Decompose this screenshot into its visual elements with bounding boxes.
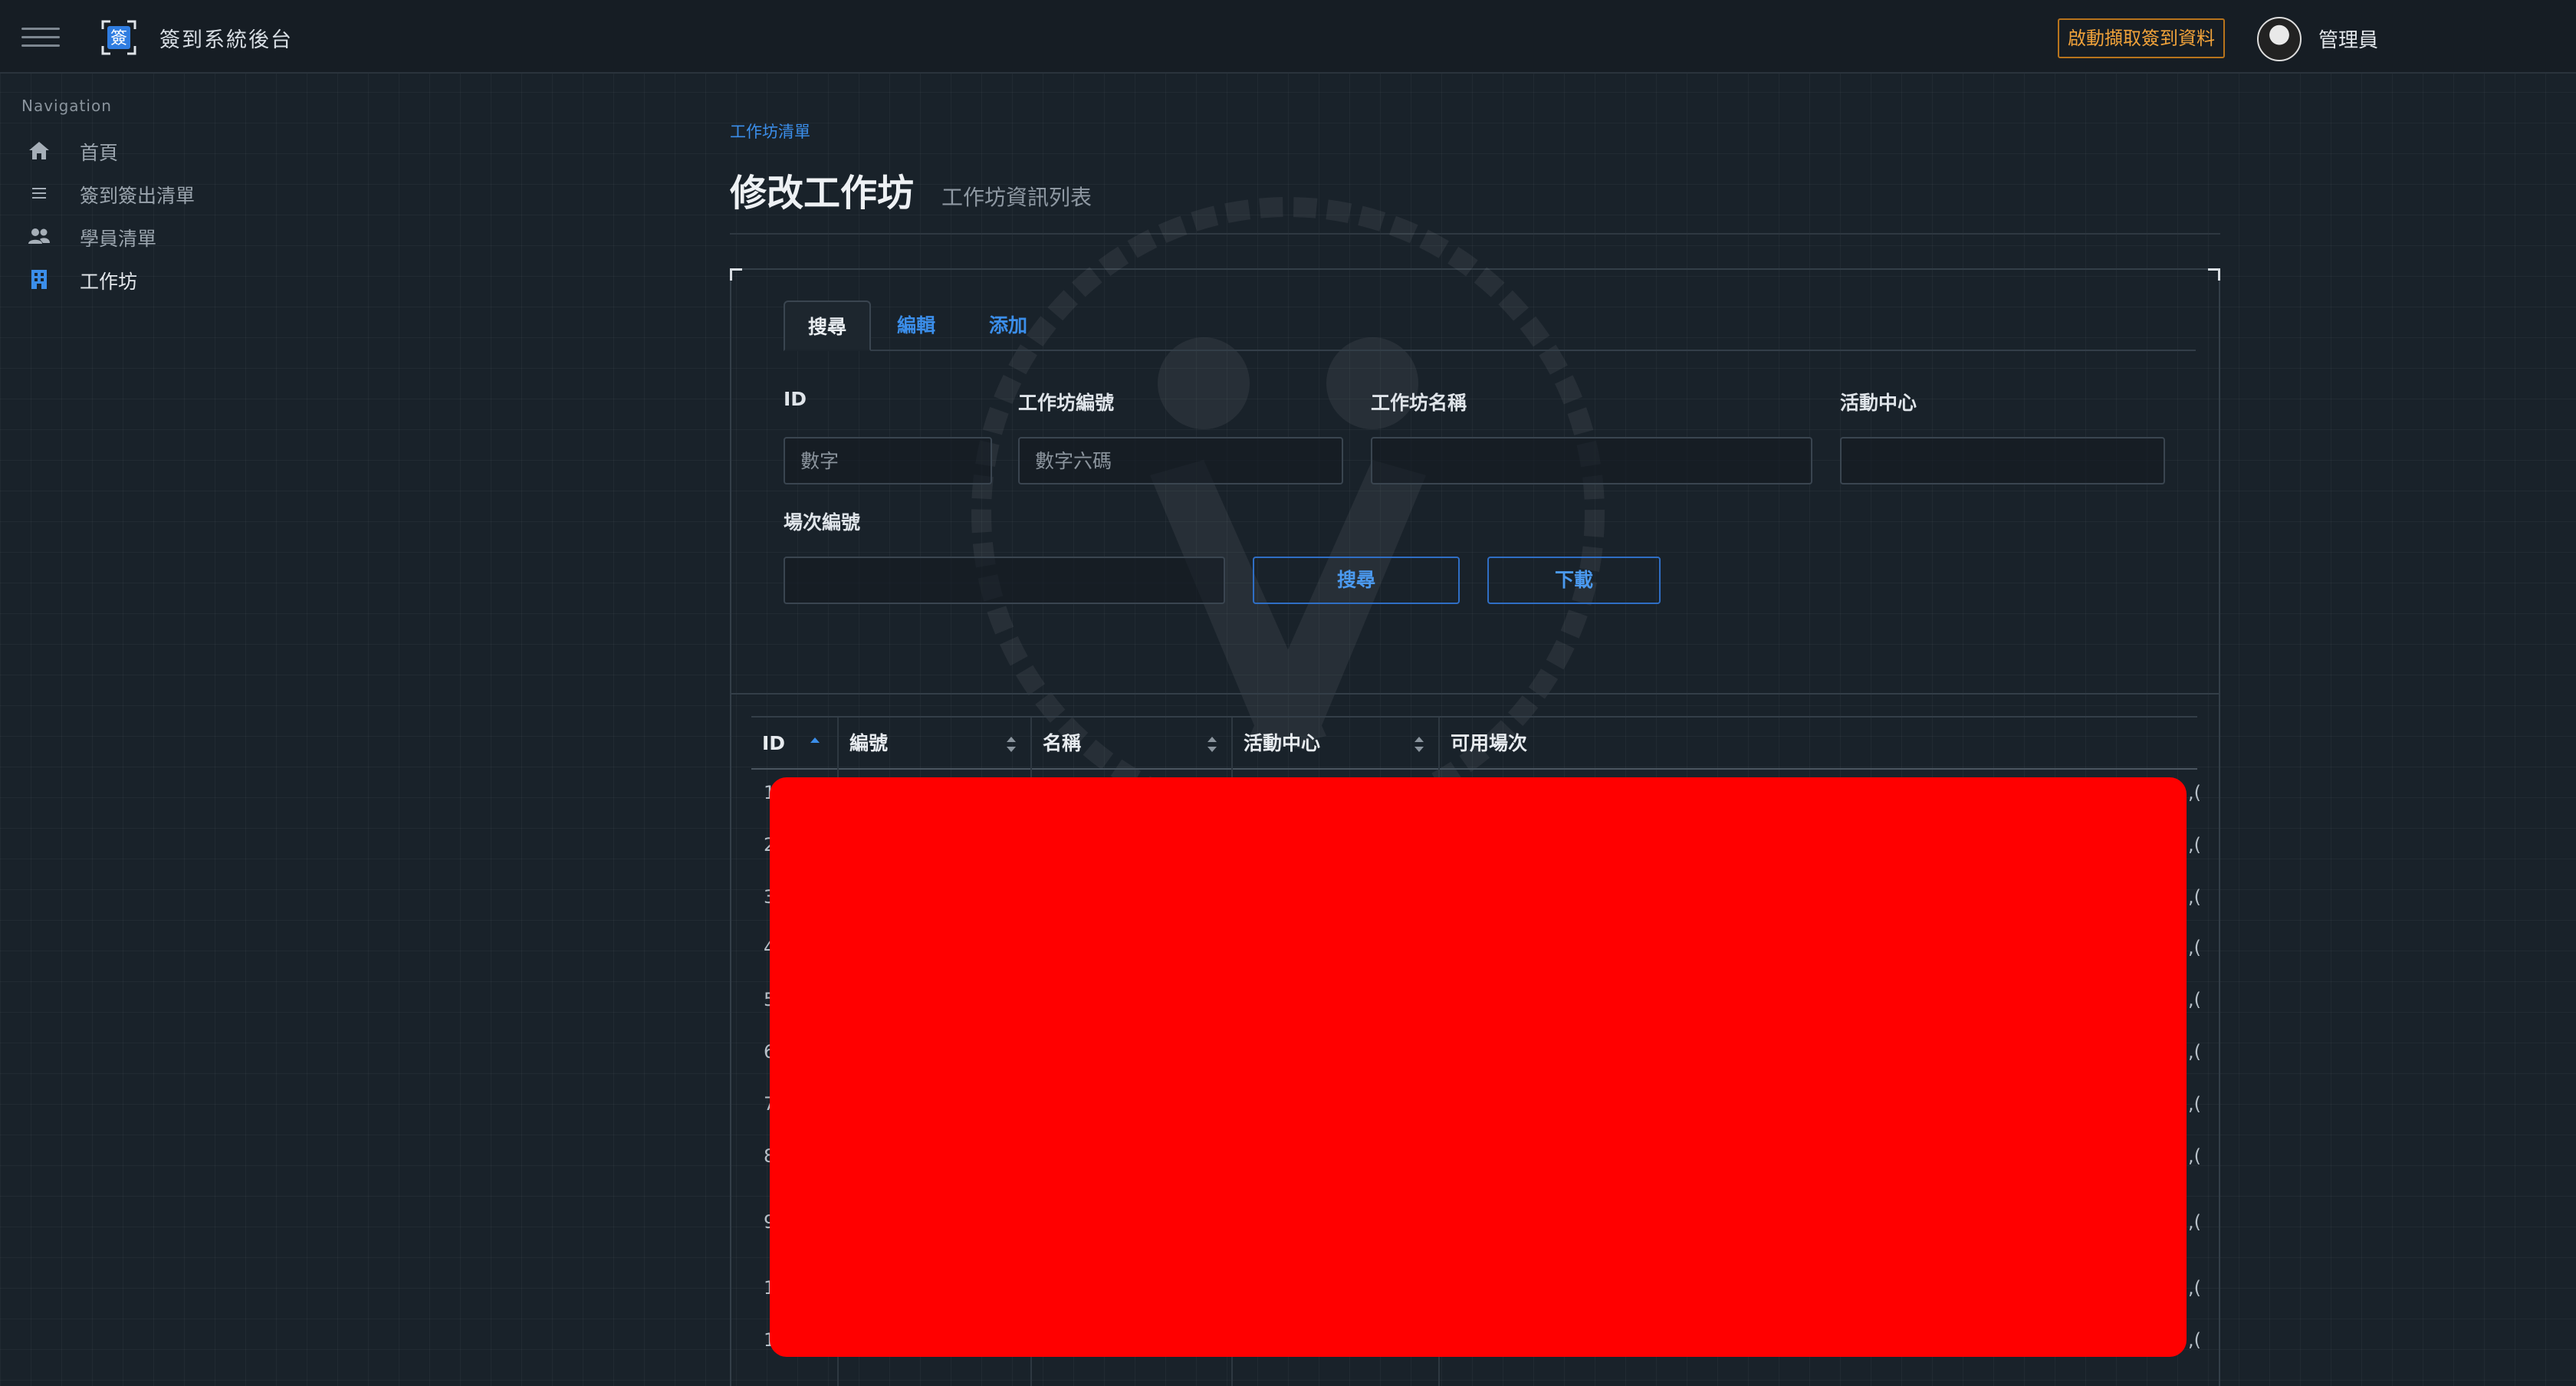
download-button[interactable]: 下載 (1487, 557, 1661, 604)
user-avatar[interactable] (2257, 17, 2302, 61)
workshop-code-input[interactable] (1018, 437, 1343, 484)
nav-title: Navigation (21, 97, 112, 115)
list-icon (32, 188, 46, 199)
activity-center-input[interactable] (1840, 437, 2165, 484)
top-bar: 簽 簽到系統後台 啟動擷取簽到資料 管理員 (0, 0, 2576, 74)
table-row-tail: ,( (2188, 1277, 2201, 1299)
hamburger-menu-icon[interactable] (21, 28, 60, 48)
username[interactable]: 管理員 (2318, 25, 2378, 53)
table-row-tail: ,( (2188, 1093, 2201, 1115)
panel-divider (730, 693, 2220, 695)
id-input[interactable] (784, 437, 992, 484)
table-row-tail: ,( (2188, 1145, 2201, 1167)
home-icon (29, 142, 49, 159)
sort-icon (1208, 737, 1217, 752)
session-code-label: 場次編號 (784, 511, 861, 534)
sidebar-item-workshop[interactable]: 工作坊 (28, 264, 319, 294)
sidebar-item-label: 首頁 (80, 142, 119, 164)
column-header-available-sessions[interactable]: 可用場次 (1438, 718, 2197, 770)
sidebar-item-home[interactable]: 首頁 (28, 135, 319, 166)
building-icon (31, 270, 47, 289)
tab-search[interactable]: 搜尋 (784, 301, 871, 351)
redaction-block (770, 777, 2187, 1357)
sidebar-item-label: 學員清單 (80, 228, 157, 250)
activity-center-label: 活動中心 (1840, 392, 1917, 414)
table-row-tail: ,( (2188, 1211, 2201, 1233)
workshop-code-label: 工作坊編號 (1018, 392, 1115, 414)
search-button[interactable]: 搜尋 (1253, 557, 1460, 604)
table-header: ID 編號 名稱 活動中心 可用場次 (751, 716, 2197, 770)
table-row-tail: ,( (2188, 886, 2201, 908)
sort-icon (1414, 737, 1424, 752)
app-logo-icon: 簽 (101, 20, 136, 55)
table-row-tail: ,( (2188, 782, 2201, 803)
panel-corner (2208, 268, 2220, 281)
app-title: 簽到系統後台 (159, 28, 293, 52)
users-icon (28, 228, 50, 244)
sidebar-item-label: 工作坊 (80, 271, 138, 293)
start-fetch-checkin-button[interactable]: 啟動擷取簽到資料 (2058, 18, 2225, 58)
sidebar: Navigation 首頁 簽到簽出清單 學員清單 工作坊 (0, 74, 337, 1386)
column-header-id[interactable]: ID (751, 718, 837, 770)
table-row-tail: ,( (2188, 1041, 2201, 1062)
tab-bar: 搜尋 編輯 添加 (784, 301, 2196, 351)
workshop-name-label: 工作坊名稱 (1371, 392, 1467, 414)
tab-edit[interactable]: 編輯 (882, 301, 951, 351)
sidebar-item-students[interactable]: 學員清單 (28, 221, 319, 251)
sort-asc-icon (810, 737, 820, 743)
table-row-tail: ,( (2188, 989, 2201, 1010)
workshop-name-input[interactable] (1371, 437, 1812, 484)
sort-icon (1007, 737, 1016, 752)
session-code-input[interactable] (784, 557, 1225, 604)
table-row-tail: ,( (2188, 834, 2201, 856)
column-header-name[interactable]: 名稱 (1030, 718, 1231, 770)
sidebar-item-label: 簽到簽出清單 (80, 185, 196, 207)
sidebar-item-checkin-list[interactable]: 簽到簽出清單 (28, 178, 319, 209)
table-row-tail: ,( (2188, 937, 2201, 958)
column-header-activity-center[interactable]: 活動中心 (1231, 718, 1438, 770)
logo-char: 簽 (110, 29, 127, 48)
tab-add[interactable]: 添加 (974, 301, 1043, 351)
table-row-tail: ,( (2188, 1329, 2201, 1351)
id-label: ID (784, 388, 807, 410)
breadcrumb[interactable]: 工作坊清單 (730, 120, 810, 143)
panel-corner (730, 268, 742, 281)
page-title: 修改工作坊 (730, 172, 915, 215)
column-header-code[interactable]: 編號 (837, 718, 1030, 770)
